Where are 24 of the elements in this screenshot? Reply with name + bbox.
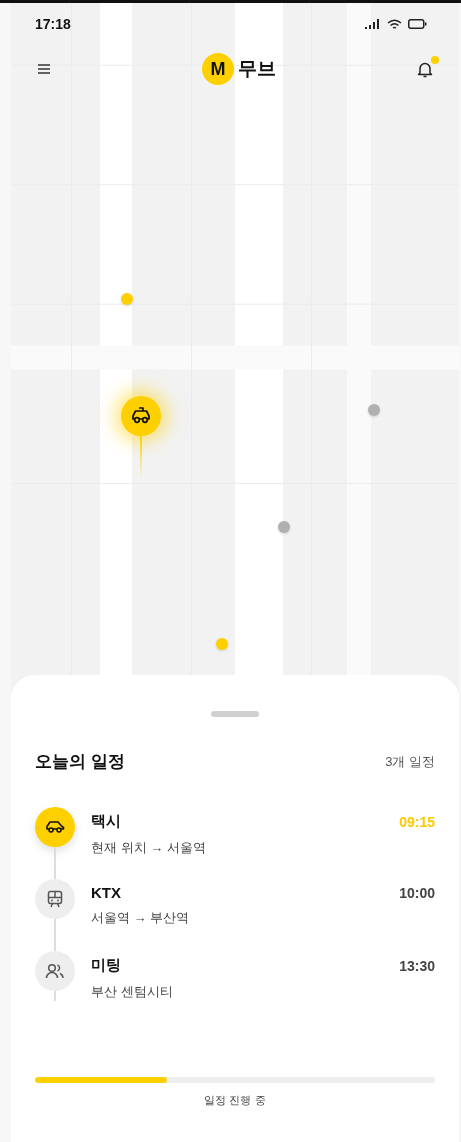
progress-label: 일정 진행 중 [204, 1093, 266, 1108]
schedule-item[interactable]: 미팅 13:30 부산 센텀시티 [35, 951, 435, 1023]
schedule-time: 10:00 [399, 884, 435, 901]
taxi-icon [129, 407, 152, 426]
status-time: 17:18 [35, 16, 71, 32]
signal-icon [365, 19, 381, 29]
schedule-title: 미팅 [91, 956, 121, 975]
section-title: 오늘의 일정 [35, 751, 125, 773]
schedule-route: 현재 위치 → 서울역 [91, 839, 207, 857]
schedule-time: 13:30 [399, 957, 435, 974]
schedule-time: 09:15 [399, 813, 435, 830]
schedule-title: 택시 [91, 812, 121, 831]
schedule-route: 부산 센텀시티 [91, 983, 174, 1001]
wifi-icon [387, 18, 402, 30]
schedule-count: 3개 일정 [385, 752, 435, 771]
schedule-item[interactable]: 택시 09:15 현재 위치 → 서울역 [35, 807, 435, 879]
battery-icon [408, 19, 427, 29]
schedule-title: KTX [91, 884, 121, 901]
menu-icon[interactable] [35, 61, 53, 77]
marker-stem [139, 436, 142, 479]
sheet-handle[interactable] [211, 711, 259, 717]
schedule-route: 서울역 → 부산역 [91, 909, 191, 927]
schedule-item[interactable]: KTX 10:00 서울역 → 부산역 [35, 879, 435, 951]
app-name: 무브 [238, 57, 276, 81]
